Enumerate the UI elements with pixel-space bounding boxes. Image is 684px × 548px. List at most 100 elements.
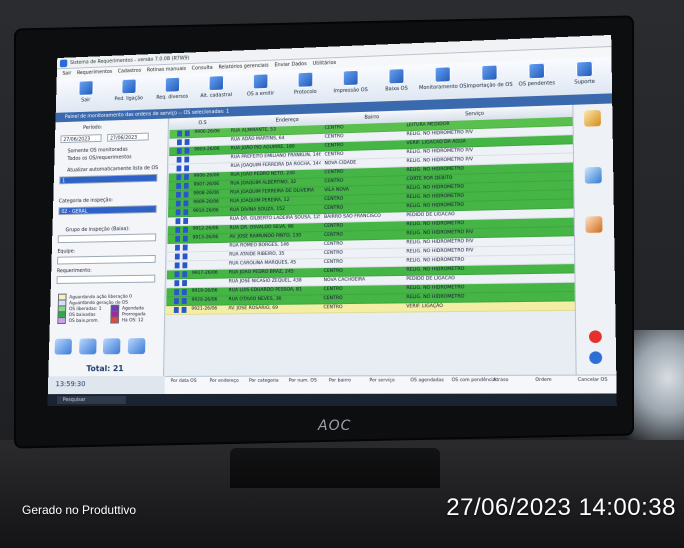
menu-item[interactable]: Sair bbox=[62, 71, 71, 77]
flag-icon bbox=[185, 130, 190, 136]
cell-bairro: CENTRO bbox=[323, 303, 402, 312]
filter-option[interactable]: Por serviço bbox=[369, 378, 394, 383]
auto-refresh-label[interactable]: Atualizar automaticamente lista de OS bbox=[67, 165, 158, 173]
menu-item[interactable]: Rotinas manuais bbox=[147, 66, 186, 73]
toolbar-icon bbox=[481, 64, 497, 81]
toolbar-label: OS a emitir bbox=[247, 91, 274, 98]
cell-servico: VERIF. LIGAÇÃO bbox=[406, 302, 562, 312]
os-list-field[interactable]: 1 bbox=[59, 174, 157, 184]
cell-bairro: CENTRO bbox=[324, 230, 402, 240]
flag-icon bbox=[182, 298, 187, 304]
toolbar-label: Sair bbox=[81, 97, 90, 103]
info-icon[interactable] bbox=[589, 351, 602, 364]
flag-icon bbox=[184, 157, 189, 163]
menu-item[interactable]: Enviar Dados bbox=[274, 61, 306, 68]
flag-icon bbox=[184, 174, 189, 180]
menu-item[interactable]: Cadastros bbox=[118, 68, 142, 75]
col-service[interactable]: Serviço bbox=[465, 111, 484, 118]
toolbar-icon bbox=[253, 73, 269, 89]
legend-item: Há OS: 12 bbox=[110, 316, 143, 323]
toolbar-label: Protocolo bbox=[294, 89, 317, 96]
filter-option[interactable]: OS com pendência bbox=[452, 378, 496, 383]
edit-icon[interactable] bbox=[585, 167, 602, 184]
people-icon[interactable] bbox=[585, 216, 602, 233]
toolbar-button[interactable]: Suporte bbox=[555, 60, 614, 92]
flag-icon bbox=[184, 148, 189, 154]
filter-option[interactable]: Ordem bbox=[535, 378, 551, 383]
status-icon bbox=[175, 236, 180, 242]
cell-os: 9909-26/06 bbox=[193, 199, 222, 208]
filter-option[interactable]: Por num. OS bbox=[289, 378, 317, 383]
cell-os: 9908-26/06 bbox=[193, 190, 222, 199]
os-table: O.S Endereço Bairro Serviço 9900-26/06 RU… bbox=[165, 105, 576, 376]
print-icon[interactable] bbox=[55, 339, 72, 355]
legend-label: Há OS: 12 bbox=[122, 318, 144, 323]
flag-icon bbox=[182, 262, 187, 268]
filter-option[interactable]: Por categoria bbox=[249, 379, 279, 384]
col-address[interactable]: Endereço bbox=[276, 117, 299, 124]
team-select[interactable] bbox=[57, 255, 156, 265]
status-icon bbox=[177, 165, 182, 171]
radio-monitored-label[interactable]: Somente OS monitoradas bbox=[68, 147, 128, 155]
menu-item[interactable]: Requerimentos bbox=[77, 69, 112, 76]
status-icon bbox=[175, 245, 180, 251]
cell-bairro: BAIRRO SAO FRANCISCO bbox=[324, 212, 402, 222]
status-icon bbox=[174, 307, 179, 313]
cell-os: 9910-26/06 bbox=[193, 207, 222, 216]
toolbar-icon bbox=[343, 70, 359, 86]
map-icon[interactable] bbox=[103, 338, 121, 354]
flag-icon bbox=[184, 192, 189, 198]
taskbar-search[interactable]: Pesquisar bbox=[57, 396, 126, 404]
filter-option[interactable]: Atraso bbox=[493, 378, 508, 383]
group-label[interactable]: Grupo de inspeção (Baixa): bbox=[65, 226, 129, 233]
toolbar-icon bbox=[388, 68, 404, 84]
details-icon[interactable] bbox=[584, 110, 601, 127]
monitor-stand bbox=[230, 448, 440, 488]
close-icon[interactable] bbox=[589, 330, 602, 343]
filter-option[interactable]: Cancelar OS bbox=[578, 378, 608, 383]
flag-icon bbox=[183, 245, 188, 251]
col-os[interactable]: O.S bbox=[198, 120, 206, 126]
cell-bairro: CENTRO bbox=[324, 239, 402, 248]
toolbar-icon bbox=[121, 78, 136, 94]
filter-option[interactable]: Por bairro bbox=[329, 378, 351, 383]
cell-os: 9917-26/06 bbox=[192, 270, 221, 278]
toolbar-label: Ped. ligação bbox=[115, 95, 143, 102]
status-icon bbox=[176, 201, 181, 207]
flag-icon bbox=[183, 236, 188, 242]
cell-end: RUA ROMEO BORGES, 146 bbox=[229, 241, 320, 251]
filter-option[interactable]: Por endereço bbox=[210, 379, 239, 384]
export-icon[interactable] bbox=[128, 338, 146, 354]
group-select[interactable] bbox=[58, 233, 157, 243]
flag-icon bbox=[182, 307, 187, 313]
menu-item[interactable]: Utilitários bbox=[313, 60, 337, 67]
category-label: Categoria de inspeção: bbox=[59, 197, 113, 204]
radio-all-label[interactable]: Todos os OS/requerimentos bbox=[67, 154, 131, 162]
toolbar-label: Baixa OS bbox=[385, 86, 408, 93]
filter-option[interactable]: OS agendadas bbox=[410, 378, 444, 383]
clock: 13:59:30 bbox=[56, 380, 86, 388]
col-district[interactable]: Bairro bbox=[364, 114, 379, 120]
cell-os bbox=[194, 163, 223, 164]
flag-icon bbox=[182, 280, 187, 286]
request-select[interactable] bbox=[57, 275, 156, 284]
refresh-icon[interactable] bbox=[79, 338, 96, 354]
total-count: Total: 21 bbox=[86, 364, 123, 373]
team-label: Equipe: bbox=[57, 249, 75, 255]
cell-bairro: CENTRO bbox=[324, 258, 403, 267]
table-body: 9900-26/06 RUA ALMIRANTE, 53 CENTRO LEITURA… bbox=[166, 117, 575, 315]
cell-bairro: CENTRO bbox=[324, 249, 402, 258]
legend-label: OS baix.prom. bbox=[69, 319, 99, 324]
toolbar-icon bbox=[576, 61, 593, 78]
legend-item: OS baix.prom. bbox=[57, 317, 99, 324]
menu-item[interactable]: Relatórios gerenciais bbox=[218, 63, 268, 71]
filter-option[interactable]: Por data OS bbox=[171, 379, 197, 384]
category-select[interactable]: 02 - GERAL bbox=[58, 205, 156, 215]
status-icon bbox=[176, 192, 181, 198]
toolbar-label: Alt. cadastral bbox=[200, 92, 232, 99]
date-to-input[interactable]: 27/06/2023 bbox=[107, 133, 149, 142]
date-from-input[interactable]: 27/06/2023 bbox=[60, 134, 101, 143]
app-icon bbox=[60, 59, 68, 67]
cell-os bbox=[194, 155, 223, 156]
menu-item[interactable]: Consulta bbox=[192, 65, 213, 72]
